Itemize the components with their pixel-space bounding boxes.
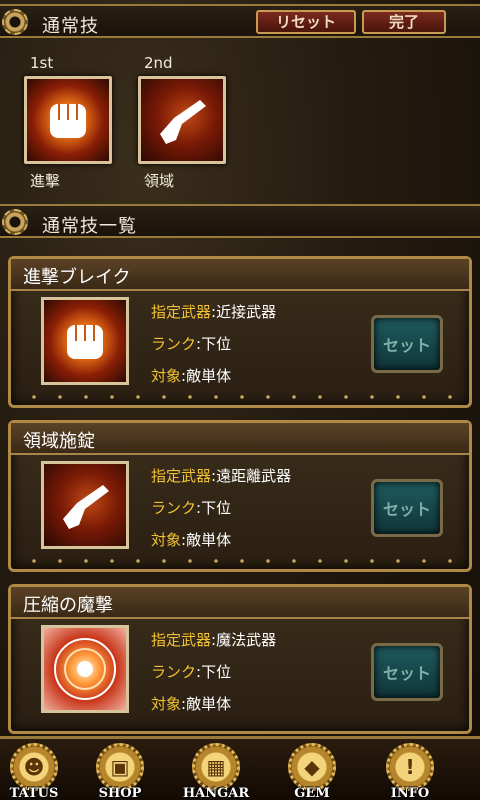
skill-name: 圧縮の魔撃 <box>11 587 469 619</box>
equipped-slot-2[interactable] <box>138 76 226 164</box>
target-stat: 対象:敵単体 <box>151 693 231 714</box>
slot-2-name: 領域 <box>144 172 175 190</box>
weapon-key: 指定武器 <box>151 467 212 485</box>
cart-icon: ▣ <box>96 743 144 791</box>
pistol-icon <box>160 100 206 144</box>
weapon-value: :魔法武器 <box>211 631 277 649</box>
weapon-key: 指定武器 <box>151 303 212 321</box>
nav-label: INFO <box>390 786 430 800</box>
rank-stat: ランク:下位 <box>151 497 231 518</box>
weapon-stat: 指定武器:魔法武器 <box>151 629 276 650</box>
slot-2-order: 2nd <box>144 54 173 72</box>
skill-card[interactable]: 進撃ブレイク 指定武器:近接武器 ランク:下位 対象:敵単体 セット <box>8 256 472 408</box>
set-button[interactable]: セット <box>371 643 443 701</box>
skill-name: 進撃ブレイク <box>11 259 469 291</box>
nav-gem[interactable]: ◆ GEM <box>264 739 360 800</box>
nav-status[interactable]: ☻ TATUS <box>0 739 82 800</box>
target-value: :敵単体 <box>181 695 232 713</box>
crate-icon: ▦ <box>192 743 240 791</box>
set-button[interactable]: セット <box>371 479 443 537</box>
skill-card[interactable]: 圧縮の魔撃 指定武器:魔法武器 ランク:下位 対象:敵単体 セット <box>8 584 472 734</box>
rank-key: ランク <box>151 335 197 353</box>
magic-circle-icon <box>54 638 116 700</box>
list-header-bar: 通常技一覧 <box>0 204 480 238</box>
skill-card[interactable]: 領域施錠 指定武器:遠距離武器 ランク:下位 対象:敵単体 セット <box>8 420 472 572</box>
nav-label: SHOP <box>98 786 142 800</box>
target-value: :敵単体 <box>181 367 232 385</box>
target-key: 対象 <box>151 695 182 713</box>
nav-label: HANGAR <box>182 786 250 800</box>
rivet-row <box>21 395 459 399</box>
gear-icon <box>2 9 28 35</box>
target-key: 対象 <box>151 367 182 385</box>
nav-shop[interactable]: ▣ SHOP <box>72 739 168 800</box>
gem-icon: ◆ <box>288 743 336 791</box>
weapon-value: :近接武器 <box>211 303 277 321</box>
target-stat: 対象:敵単体 <box>151 365 231 386</box>
done-button[interactable]: 完了 <box>362 10 446 34</box>
rank-key: ランク <box>151 663 197 681</box>
info-icon: ! <box>386 743 434 791</box>
nav-hangar[interactable]: ▦ HANGAR <box>168 739 264 800</box>
rank-value: :下位 <box>196 499 232 517</box>
rank-value: :下位 <box>196 663 232 681</box>
set-button[interactable]: セット <box>371 315 443 373</box>
weapon-key: 指定武器 <box>151 631 212 649</box>
weapon-stat: 指定武器:近接武器 <box>151 301 276 322</box>
slot-1-name: 進撃 <box>30 172 61 190</box>
target-stat: 対象:敵単体 <box>151 529 231 550</box>
rank-key: ランク <box>151 499 197 517</box>
target-key: 対象 <box>151 531 182 549</box>
person-icon: ☻ <box>10 743 58 791</box>
gear-icon <box>2 209 28 235</box>
skill-art <box>41 625 129 713</box>
fist-icon <box>50 104 86 138</box>
rank-value: :下位 <box>196 335 232 353</box>
pistol-icon <box>63 485 109 529</box>
equipped-slot-1[interactable] <box>24 76 112 164</box>
skill-name: 領域施錠 <box>11 423 469 455</box>
target-value: :敵単体 <box>181 531 232 549</box>
rank-stat: ランク:下位 <box>151 333 231 354</box>
nav-info[interactable]: ! INFO <box>362 739 458 800</box>
header-bar: 通常技 リセット 完了 <box>0 4 480 38</box>
fist-icon <box>67 325 103 359</box>
rank-stat: ランク:下位 <box>151 661 231 682</box>
nav-label: GEM <box>294 786 330 800</box>
weapon-stat: 指定武器:遠距離武器 <box>151 465 291 486</box>
reset-button[interactable]: リセット <box>256 10 356 34</box>
nav-label: TATUS <box>9 786 59 800</box>
bottom-nav: ☻ TATUS ▣ SHOP ▦ HANGAR ◆ GEM ! INFO <box>0 736 480 800</box>
skill-art <box>41 297 129 385</box>
slot-1-order: 1st <box>30 54 54 72</box>
list-title: 通常技一覧 <box>42 216 137 237</box>
rivet-row <box>21 559 459 563</box>
skill-art <box>41 461 129 549</box>
weapon-value: :遠距離武器 <box>211 467 292 485</box>
page-title: 通常技 <box>42 16 99 37</box>
